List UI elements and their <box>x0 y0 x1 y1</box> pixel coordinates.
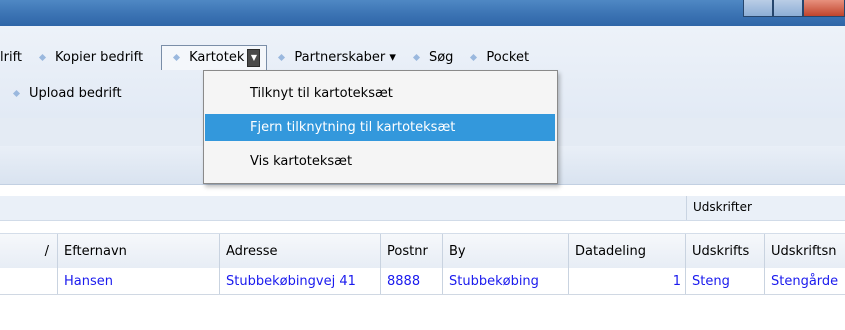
bullet-icon <box>38 53 47 61</box>
menu-item-fjern-tilknytning[interactable]: Fjern tilknytning til kartoteksæt <box>205 114 555 141</box>
toolbar-item-label: Pocket <box>486 49 530 65</box>
row-indicator <box>0 268 58 294</box>
toolbar-item-kopier-bedrift[interactable]: Kopier bedrift <box>28 45 149 69</box>
toolbar-item-partnerskaber[interactable]: Partnerskaber ▾ <box>267 45 402 69</box>
toolbar-row-1: lrift Kopier bedrift Kartotek ▼ Partners… <box>0 44 535 70</box>
column-header-adresse[interactable]: Adresse <box>220 234 381 268</box>
sort-indicator[interactable]: / <box>0 234 58 268</box>
menu-item-label: Fjern tilknytning til kartoteksæt <box>250 120 456 135</box>
toolbar-item-pocket[interactable]: Pocket <box>459 45 535 69</box>
toolbar-item-upload-bedrift[interactable]: Upload bedrift <box>0 81 128 105</box>
window-controls <box>743 0 845 18</box>
kartotek-dropdown-menu: Tilknyt til kartoteksæt Fjern tilknytnin… <box>203 70 558 184</box>
menu-item-tilknyt[interactable]: Tilknyt til kartoteksæt <box>205 80 555 107</box>
bullet-icon <box>173 53 181 62</box>
column-header-udskriftsn[interactable]: Udskriftsn <box>765 234 845 268</box>
toolbar-item-label: lrift <box>0 49 23 65</box>
column-header-by[interactable]: By <box>443 234 569 268</box>
menu-item-label: Vis kartoteksæt <box>250 154 353 169</box>
column-header-efternavn[interactable]: Efternavn <box>58 234 220 268</box>
table-row[interactable]: Hansen Stubbekøbingvej 41 8888 Stubbekøb… <box>0 268 845 295</box>
cell-efternavn[interactable]: Hansen <box>58 268 220 294</box>
minimize-icon[interactable] <box>743 0 773 17</box>
bullet-icon <box>12 89 21 97</box>
toolbar-item-label: Upload bedrift <box>29 85 122 101</box>
toolbar-item-label: Kartotek <box>189 50 245 65</box>
bullet-icon <box>412 53 420 61</box>
grid-header: / Efternavn Adresse Postnr By Datadeling… <box>0 233 845 269</box>
menu-item-vis-kartoteksaet[interactable]: Vis kartoteksæt <box>205 148 555 175</box>
column-header-udskrifts[interactable]: Udskrifts <box>686 234 765 268</box>
group-caption: Udskrifter <box>693 200 752 214</box>
title-bar <box>0 0 845 26</box>
close-icon[interactable] <box>803 0 845 17</box>
cell-datadeling[interactable]: 1 <box>569 268 686 294</box>
cell-by[interactable]: Stubbekøbing <box>443 268 569 294</box>
toolbar-item-bedrift[interactable]: lrift <box>0 45 28 69</box>
bullet-icon <box>278 53 286 61</box>
toolbar-item-label: Søg <box>428 49 454 65</box>
cell-adresse[interactable]: Stubbekøbingvej 41 <box>220 268 381 294</box>
toolbar-item-sog[interactable]: Søg <box>402 45 459 69</box>
cell-udskrifts[interactable]: Steng <box>686 268 765 294</box>
group-divider <box>686 196 687 220</box>
column-header-postnr[interactable]: Postnr <box>381 234 443 268</box>
toolbar-item-label: Partnerskaber ▾ <box>294 49 396 65</box>
toolbar-item-kartotek[interactable]: Kartotek ▼ <box>161 44 268 70</box>
column-header-datadeling[interactable]: Datadeling <box>569 234 686 268</box>
menu-item-label: Tilknyt til kartoteksæt <box>250 86 393 101</box>
chevron-down-icon[interactable]: ▼ <box>247 48 261 67</box>
cell-postnr[interactable]: 8888 <box>381 268 443 294</box>
cell-udskriftsn[interactable]: Stengårde <box>765 268 845 294</box>
toolbar-row-2: Upload bedrift <box>0 80 128 106</box>
maximize-icon[interactable] <box>773 0 803 17</box>
toolbar-item-label: Kopier bedrift <box>55 49 144 65</box>
bullet-icon <box>470 53 478 61</box>
